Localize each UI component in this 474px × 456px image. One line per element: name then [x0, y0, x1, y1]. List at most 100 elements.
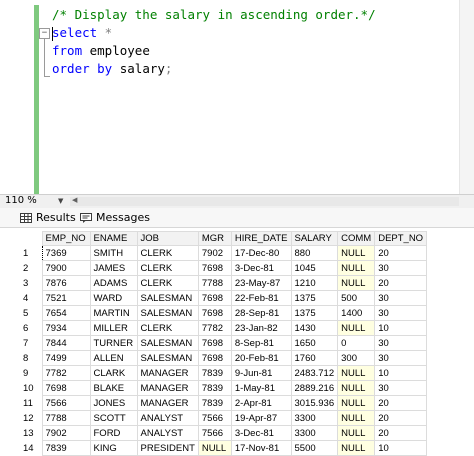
table-cell[interactable]: 22-Feb-81 [230, 290, 292, 306]
table-row[interactable]: 11 7566 JONES MANAGER 7839 2-Apr-81 3015.936 NU… [20, 395, 428, 411]
table-cell[interactable]: 1-May-81 [230, 380, 292, 396]
table-cell[interactable]: SCOTT [89, 410, 138, 426]
table-cell[interactable]: 8-Sep-81 [230, 335, 292, 351]
table-cell[interactable]: 23-May-87 [230, 275, 292, 291]
table-cell[interactable]: 7844 [41, 335, 91, 351]
tab-messages[interactable]: Messages [80, 210, 158, 226]
table-cell[interactable]: BLAKE [89, 380, 138, 396]
table-cell[interactable]: 20 [374, 275, 428, 291]
table-cell[interactable]: SMITH [89, 245, 138, 261]
column-header[interactable]: HIRE_DATE [230, 231, 292, 246]
table-cell[interactable]: 7566 [197, 410, 232, 426]
column-header[interactable]: JOB [136, 231, 199, 246]
editor-horizontal-scrollbar[interactable]: ◀ [70, 196, 459, 206]
table-cell[interactable]: 7876 [41, 275, 91, 291]
column-header[interactable]: COMM [337, 231, 376, 246]
table-cell[interactable]: NULL [197, 440, 232, 456]
column-header[interactable]: ENAME [89, 231, 138, 246]
row-number[interactable]: 8 [20, 350, 42, 366]
row-number-header[interactable] [20, 231, 42, 246]
row-number[interactable]: 13 [20, 425, 42, 441]
row-number[interactable]: 14 [20, 440, 42, 456]
code-line-3[interactable]: from employee [52, 42, 150, 60]
table-cell[interactable]: 7782 [197, 320, 232, 336]
table-cell[interactable]: 30 [374, 305, 428, 321]
table-cell[interactable]: MANAGER [136, 380, 199, 396]
table-cell[interactable]: 10 [374, 320, 428, 336]
table-cell[interactable]: 10 [374, 365, 428, 381]
table-cell[interactable]: KING [89, 440, 138, 456]
table-cell[interactable]: NULL [337, 260, 376, 276]
table-cell[interactable]: PRESIDENT [136, 440, 199, 456]
table-cell[interactable]: 7839 [197, 365, 232, 381]
table-cell[interactable]: JAMES [89, 260, 138, 276]
table-cell[interactable]: 7698 [197, 290, 232, 306]
table-cell[interactable]: 500 [337, 290, 376, 306]
editor-vertical-scrollbar[interactable] [459, 0, 474, 194]
row-number[interactable]: 12 [20, 410, 42, 426]
row-number[interactable]: 5 [20, 305, 42, 321]
table-cell[interactable]: 7839 [197, 395, 232, 411]
table-cell[interactable]: 7698 [41, 380, 91, 396]
table-cell[interactable]: 3-Dec-81 [230, 425, 292, 441]
table-cell[interactable]: 1650 [290, 335, 339, 351]
table-row[interactable]: 4 7521 WARD SALESMAN 7698 22-Feb-81 1375 500 30 [20, 290, 428, 306]
table-cell[interactable]: 2-Apr-81 [230, 395, 292, 411]
table-cell[interactable]: CLERK [136, 320, 199, 336]
table-cell[interactable]: 7839 [41, 440, 91, 456]
code-line-2[interactable]: select * [52, 24, 112, 42]
row-number[interactable]: 9 [20, 365, 42, 381]
row-number[interactable]: 3 [20, 275, 42, 291]
table-cell[interactable]: 1430 [290, 320, 339, 336]
table-cell[interactable]: 20 [374, 425, 428, 441]
table-row[interactable]: 9 7782 CLARK MANAGER 7839 9-Jun-81 2483.712 NUL… [20, 365, 428, 381]
row-number[interactable]: 6 [20, 320, 42, 336]
table-cell[interactable]: 23-Jan-82 [230, 320, 292, 336]
table-row[interactable]: 3 7876 ADAMS CLERK 7788 23-May-87 1210 NULL 20 [20, 275, 428, 291]
table-cell[interactable]: 2483.712 [290, 365, 339, 381]
column-header[interactable]: EMP_NO [41, 231, 91, 246]
table-row[interactable]: 5 7654 MARTIN SALESMAN 7698 28-Sep-81 1375 1400… [20, 305, 428, 321]
query-editor[interactable]: − /* Display the salary in ascending ord… [0, 0, 474, 194]
table-cell[interactable]: MARTIN [89, 305, 138, 321]
table-cell[interactable]: 20-Feb-81 [230, 350, 292, 366]
table-cell[interactable]: 7839 [197, 380, 232, 396]
table-cell[interactable]: 300 [337, 350, 376, 366]
table-cell[interactable]: 10 [374, 440, 428, 456]
table-cell[interactable]: 7788 [197, 275, 232, 291]
table-cell[interactable]: 3300 [290, 425, 339, 441]
table-cell[interactable]: 7900 [41, 260, 91, 276]
table-cell[interactable]: 7902 [41, 425, 91, 441]
table-row[interactable]: 7 7844 TURNER SALESMAN 7698 8-Sep-81 1650 0 30 [20, 335, 428, 351]
code-line-4[interactable]: order by salary; [52, 60, 172, 78]
table-cell[interactable]: SALESMAN [136, 305, 199, 321]
column-header[interactable]: MGR [197, 231, 232, 246]
tab-results[interactable]: Results [20, 210, 80, 226]
table-cell[interactable]: MANAGER [136, 365, 199, 381]
table-cell[interactable]: 3-Dec-81 [230, 260, 292, 276]
row-number[interactable]: 4 [20, 290, 42, 306]
row-number[interactable]: 10 [20, 380, 42, 396]
table-cell[interactable]: 30 [374, 380, 428, 396]
row-number[interactable]: 1 [20, 245, 42, 261]
results-grid[interactable]: EMP_NO ENAME JOB MGR HIRE_DATE SALARY CO… [0, 228, 474, 456]
table-cell[interactable]: 7566 [197, 425, 232, 441]
table-cell[interactable]: 7782 [41, 365, 91, 381]
table-cell[interactable]: ADAMS [89, 275, 138, 291]
table-cell[interactable]: 30 [374, 290, 428, 306]
table-cell[interactable]: TURNER [89, 335, 138, 351]
table-cell[interactable]: CLERK [136, 275, 199, 291]
row-number[interactable]: 2 [20, 260, 42, 276]
table-cell[interactable]: NULL [337, 380, 376, 396]
table-cell[interactable]: NULL [337, 365, 376, 381]
table-cell[interactable]: ALLEN [89, 350, 138, 366]
table-cell[interactable]: 7788 [41, 410, 91, 426]
table-cell[interactable]: 30 [374, 260, 428, 276]
table-cell[interactable]: ANALYST [136, 425, 199, 441]
table-cell[interactable]: NULL [337, 320, 376, 336]
column-header[interactable]: SALARY [290, 231, 339, 246]
table-cell[interactable]: SALESMAN [136, 335, 199, 351]
table-cell[interactable]: NULL [337, 440, 376, 456]
table-row[interactable]: 6 7934 MILLER CLERK 7782 23-Jan-82 1430 NULL 10 [20, 320, 428, 336]
table-cell[interactable]: FORD [89, 425, 138, 441]
